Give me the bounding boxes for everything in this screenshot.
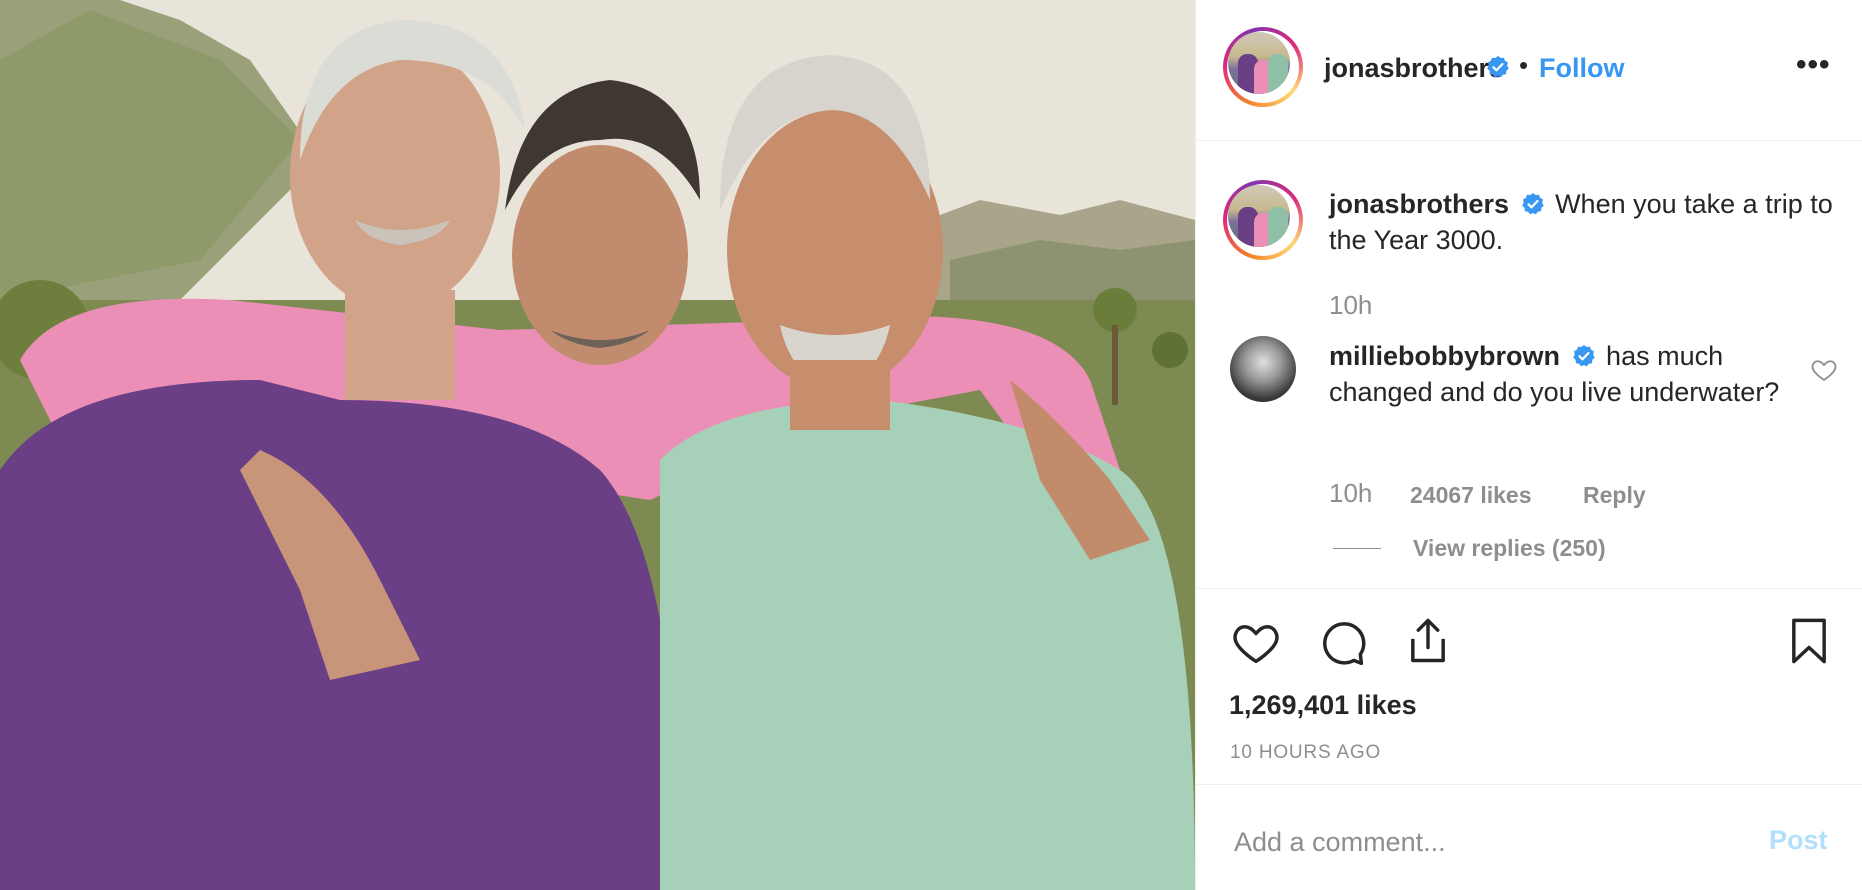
add-comment-input[interactable] <box>1234 822 1714 862</box>
comments-divider <box>1196 588 1862 589</box>
comment-like-heart-icon[interactable] <box>1810 356 1838 384</box>
header-divider <box>1196 140 1862 141</box>
more-options-icon[interactable]: ••• <box>1796 48 1831 82</box>
author-avatar-image <box>1228 32 1290 94</box>
post-photo-illustration <box>0 0 1195 890</box>
heart-icon[interactable] <box>1230 617 1282 669</box>
post-sidebar: jonasbrothers • Follow ••• jonasbrothers… <box>1195 0 1862 890</box>
bookmark-icon[interactable] <box>1783 615 1835 667</box>
post-photo[interactable] <box>0 0 1195 890</box>
comment-likes[interactable]: 24067 likes <box>1410 482 1532 509</box>
post-time-ago[interactable]: 10 HOURS AGO <box>1230 742 1381 764</box>
author-avatar[interactable] <box>1223 27 1303 107</box>
comment-time[interactable]: 10h <box>1329 478 1372 509</box>
share-icon[interactable] <box>1402 615 1454 667</box>
verified-badge-icon <box>1572 345 1595 367</box>
comment-item: milliebobbybrown has much changed and do… <box>1329 338 1789 410</box>
verified-badge-icon <box>1487 56 1509 78</box>
header-separator: • <box>1519 50 1529 80</box>
view-replies-button[interactable]: View replies (250) <box>1413 535 1606 562</box>
caption-avatar-image <box>1228 185 1290 247</box>
likes-count[interactable]: 1,269,401 likes <box>1229 690 1417 721</box>
header-username[interactable]: jonasbrothers <box>1324 53 1504 84</box>
caption-username[interactable]: jonasbrothers <box>1329 189 1509 219</box>
caption-time[interactable]: 10h <box>1329 290 1372 321</box>
view-replies-line <box>1333 548 1381 549</box>
caption-avatar[interactable] <box>1223 180 1303 260</box>
post-comment-button[interactable]: Post <box>1769 825 1828 856</box>
comment-username[interactable]: milliebobbybrown <box>1329 341 1560 371</box>
comment-box-divider <box>1196 784 1862 785</box>
comment-bubble-icon[interactable] <box>1317 617 1369 669</box>
commenter-avatar[interactable] <box>1230 336 1296 402</box>
follow-button[interactable]: Follow <box>1539 53 1624 84</box>
reply-button[interactable]: Reply <box>1583 482 1646 509</box>
verified-badge-icon <box>1521 193 1544 215</box>
caption: jonasbrothers When you take a trip to th… <box>1329 186 1839 258</box>
